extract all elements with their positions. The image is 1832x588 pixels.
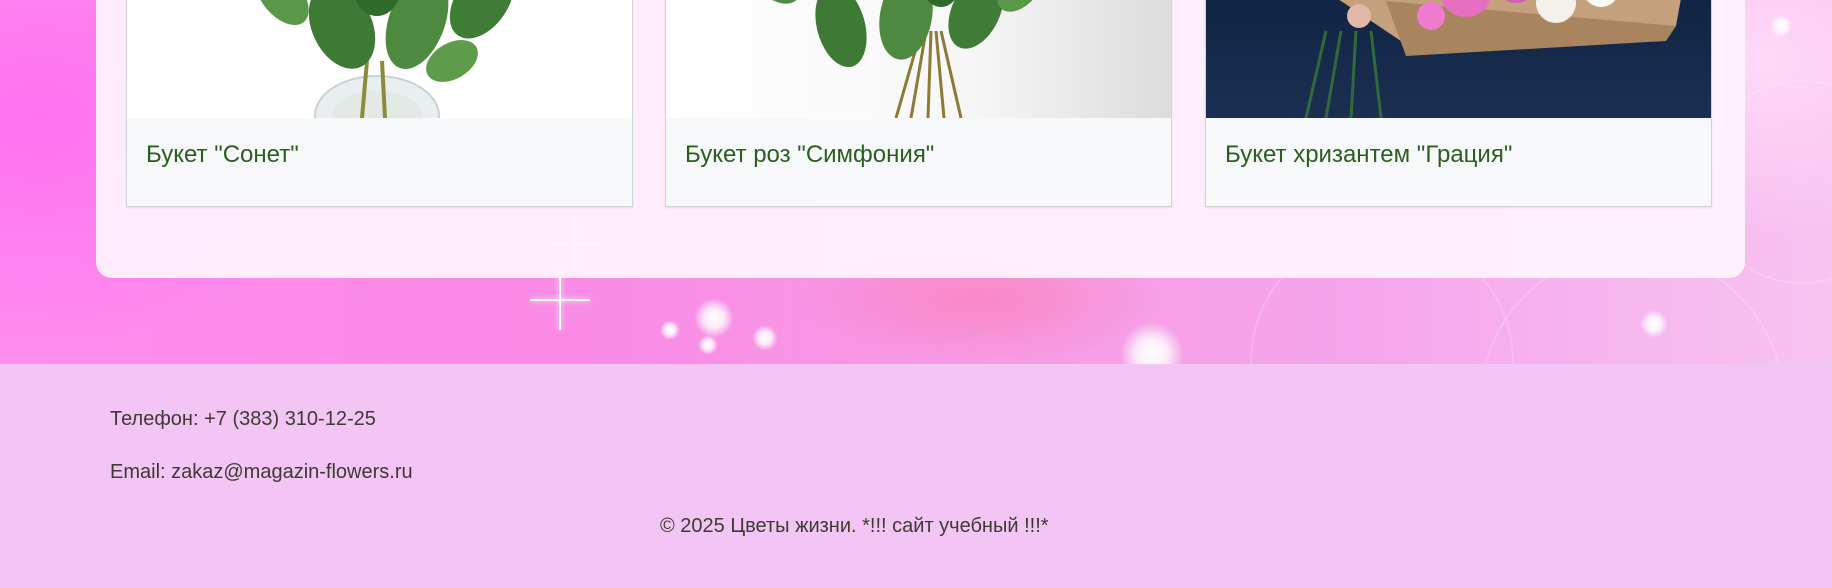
star-sparkle (530, 270, 590, 330)
sparkle (1640, 310, 1668, 338)
sparkle (1120, 322, 1184, 364)
sparkle (660, 320, 680, 340)
product-card[interactable]: Букет хризантем "Грация" (1205, 0, 1712, 207)
product-title[interactable]: Букет роз "Симфония" (685, 141, 934, 169)
site-footer: Телефон: +7 (383) 310-12-25 Email: zakaz… (0, 364, 1832, 588)
chrysanthemum-bouquet-image (1206, 0, 1711, 118)
rose-symphony-illustration (751, 0, 1045, 118)
sparkle (694, 298, 734, 338)
product-title[interactable]: Букет "Сонет" (146, 141, 299, 169)
product-card[interactable]: Букет роз "Симфония" (665, 0, 1172, 207)
footer-copyright: © 2025 Цветы жизни. *!!! сайт учебный !!… (660, 515, 1049, 537)
product-title[interactable]: Букет хризантем "Грация" (1225, 141, 1512, 169)
sparkle (698, 335, 718, 355)
chrysanthemum-bouquet-illustration (1304, 0, 1681, 118)
sparkle (752, 325, 778, 351)
product-card[interactable]: Букет "Сонет" (126, 0, 633, 207)
footer-phone[interactable]: Телефон: +7 (383) 310-12-25 (110, 408, 376, 431)
footer-email[interactable]: Email: zakaz@magazin-flowers.ru (110, 461, 413, 484)
sparkle (1770, 15, 1792, 37)
rose-bouquet-vase-image (127, 0, 632, 118)
rose-symphony-image (666, 0, 1171, 118)
rose-bouquet-illustration (255, 0, 515, 118)
